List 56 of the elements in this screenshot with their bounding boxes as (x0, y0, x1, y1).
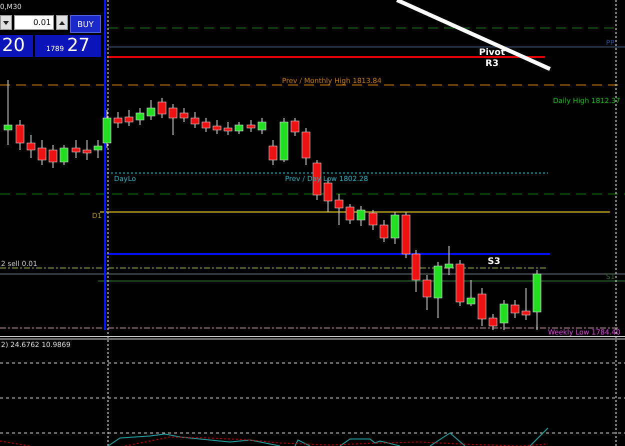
candlestick (280, 118, 288, 162)
pivot-label: Pivot (478, 48, 506, 58)
candlestick (60, 144, 68, 166)
candlestick (434, 262, 442, 318)
candlestick (72, 140, 80, 158)
candlestick (202, 118, 210, 132)
candlestick (48, 144, 58, 168)
candlestick (4, 80, 12, 146)
candlestick (402, 212, 410, 258)
candlestick (390, 212, 400, 244)
candlestick (500, 300, 508, 330)
candlestick (246, 120, 256, 132)
candlestick (532, 270, 542, 330)
r3-label: R3 (485, 59, 499, 69)
candlestick (522, 288, 530, 320)
candlestick (26, 134, 36, 158)
down-arrow-icon (3, 20, 9, 24)
candlestick (466, 280, 476, 306)
candlestick (268, 140, 278, 166)
sell-price-button[interactable]: 20 (0, 35, 33, 57)
candlestick (302, 128, 310, 166)
candlestick (212, 120, 222, 134)
candlestick (16, 120, 24, 150)
candlestick (124, 110, 134, 126)
up-arrow-icon (59, 20, 65, 24)
candlestick (456, 260, 464, 306)
price-pips: 27 (66, 35, 90, 57)
candlestick (190, 112, 200, 128)
buy-button[interactable]: BUY (70, 15, 101, 33)
candlestick (38, 140, 46, 166)
candlestick (180, 108, 188, 122)
candlestick (136, 108, 144, 126)
candlestick (146, 100, 156, 120)
candlestick (510, 300, 520, 318)
candlestick (412, 250, 420, 292)
candlestick (114, 112, 122, 128)
candlestick (488, 314, 498, 330)
s3-label: S3 (488, 257, 500, 267)
candlestick (168, 104, 178, 136)
candlestick (368, 210, 378, 230)
candlestick (444, 246, 454, 276)
candlestick (290, 118, 300, 136)
candlestick (82, 140, 92, 160)
candlestick (234, 122, 244, 134)
lot-field[interactable]: 0.01 (14, 15, 54, 30)
candlestick (380, 220, 388, 242)
candlestick (224, 122, 232, 136)
candlestick (346, 204, 354, 224)
candlestick (356, 206, 366, 226)
lot-decrease-button[interactable] (0, 15, 12, 30)
lot-increase-button[interactable] (56, 15, 68, 30)
candlestick (334, 194, 344, 226)
candlestick (258, 118, 266, 134)
candlestick (422, 274, 432, 310)
candlestick (158, 98, 166, 118)
candlestick (478, 288, 486, 326)
